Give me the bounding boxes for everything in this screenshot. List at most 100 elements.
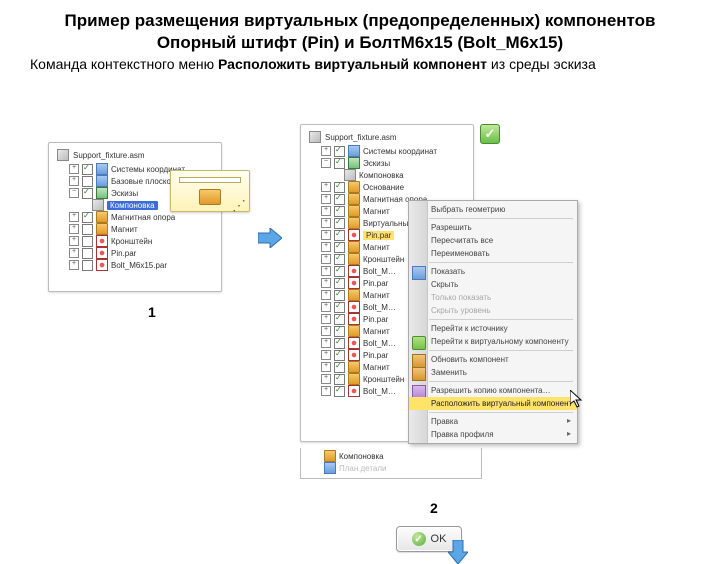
expand-icon[interactable]: + bbox=[69, 248, 79, 258]
tree-row[interactable]: +Кронштейн bbox=[53, 235, 217, 247]
context-menu-item[interactable]: Заменить bbox=[409, 366, 577, 379]
collapse-icon[interactable]: − bbox=[69, 188, 79, 198]
expand-icon[interactable]: + bbox=[321, 362, 331, 372]
context-menu-item-label: Разрешить bbox=[431, 223, 472, 232]
expand-icon[interactable]: + bbox=[321, 326, 331, 336]
tree-row[interactable]: +Основание bbox=[305, 181, 469, 193]
context-menu-item[interactable]: Перейти к источнику bbox=[409, 322, 577, 335]
checkbox[interactable] bbox=[82, 224, 93, 235]
checkbox[interactable] bbox=[82, 164, 93, 175]
checkbox[interactable] bbox=[82, 248, 93, 259]
tree-item-label: Магнит bbox=[363, 243, 390, 252]
expand-icon[interactable]: + bbox=[321, 290, 331, 300]
expand-icon[interactable]: + bbox=[69, 176, 79, 186]
context-menu-item[interactable]: Пересчитать все bbox=[409, 234, 577, 247]
tooltip-header-icon bbox=[179, 177, 241, 183]
tree-row[interactable]: Компоновка bbox=[305, 450, 477, 462]
checkbox[interactable] bbox=[334, 266, 345, 277]
context-menu-item[interactable]: Разрешить bbox=[409, 221, 577, 234]
context-menu-item[interactable]: Правка bbox=[409, 415, 577, 428]
red-icon bbox=[348, 277, 360, 289]
context-menu[interactable]: Выбрать геометрию Разрешить Пересчитать вс… bbox=[408, 200, 578, 444]
checkbox[interactable] bbox=[82, 188, 93, 199]
checkbox[interactable] bbox=[334, 350, 345, 361]
checkbox[interactable] bbox=[334, 146, 345, 157]
checkbox[interactable] bbox=[334, 230, 345, 241]
checkbox[interactable] bbox=[334, 158, 345, 169]
node-icon bbox=[92, 199, 104, 211]
context-menu-item[interactable]: Скрыть bbox=[409, 278, 577, 291]
expand-icon[interactable]: + bbox=[321, 146, 331, 156]
expand-icon[interactable]: + bbox=[69, 164, 79, 174]
expand-icon[interactable]: + bbox=[69, 236, 79, 246]
context-menu-item[interactable]: Перейти к виртуальному компоненту bbox=[409, 335, 577, 348]
expand-icon[interactable]: + bbox=[69, 212, 79, 222]
checkbox[interactable] bbox=[334, 218, 345, 229]
checkbox[interactable] bbox=[82, 260, 93, 271]
context-menu-item[interactable]: Расположить виртуальный компонент bbox=[409, 397, 577, 410]
context-menu-item[interactable]: Переименовать bbox=[409, 247, 577, 260]
tree-item-label: Bolt_M6x15.par bbox=[111, 261, 167, 270]
context-menu-item[interactable]: Обновить компонент bbox=[409, 353, 577, 366]
expand-icon[interactable]: + bbox=[321, 206, 331, 216]
checkbox[interactable] bbox=[334, 242, 345, 253]
expand-icon[interactable]: + bbox=[321, 266, 331, 276]
checkbox[interactable] bbox=[334, 302, 345, 313]
assembly-icon bbox=[309, 131, 321, 143]
checkbox[interactable] bbox=[334, 182, 345, 193]
expand-icon[interactable]: + bbox=[321, 374, 331, 384]
checkbox[interactable] bbox=[334, 290, 345, 301]
tree-row[interactable]: +Системы координат bbox=[305, 145, 469, 157]
cmp-icon bbox=[348, 361, 360, 373]
tree-row[interactable]: +Pin.par bbox=[53, 247, 217, 259]
expand-icon[interactable]: + bbox=[321, 302, 331, 312]
expand-icon[interactable]: + bbox=[321, 242, 331, 252]
tree-item-label: Bolt_M… bbox=[363, 387, 396, 396]
tree-row[interactable]: План детали bbox=[305, 462, 477, 474]
context-menu-item: Скрыть уровень bbox=[409, 304, 577, 317]
tree-row[interactable]: +Магнитная опора bbox=[53, 211, 217, 223]
blue-icon bbox=[96, 163, 108, 175]
context-menu-item[interactable]: Выбрать геометрию bbox=[409, 203, 577, 216]
checkbox[interactable] bbox=[82, 236, 93, 247]
expand-icon[interactable]: + bbox=[69, 224, 79, 234]
tree-row[interactable]: −Эскизы bbox=[305, 157, 469, 169]
checkbox[interactable] bbox=[82, 176, 93, 187]
cmp-icon bbox=[348, 373, 360, 385]
context-menu-separator bbox=[429, 319, 573, 320]
expand-icon[interactable]: + bbox=[321, 230, 331, 240]
checkbox[interactable] bbox=[334, 326, 345, 337]
tree-item-label: Компоновка bbox=[339, 452, 384, 461]
expand-icon[interactable]: + bbox=[321, 218, 331, 228]
context-menu-item[interactable]: Показать bbox=[409, 265, 577, 278]
expand-icon[interactable]: + bbox=[321, 314, 331, 324]
expand-icon[interactable]: + bbox=[321, 278, 331, 288]
checkbox[interactable] bbox=[334, 362, 345, 373]
checkbox[interactable] bbox=[334, 194, 345, 205]
checkbox[interactable] bbox=[334, 206, 345, 217]
context-menu-item[interactable]: Правка профиля bbox=[409, 428, 577, 441]
checkbox[interactable] bbox=[334, 314, 345, 325]
checkbox[interactable] bbox=[334, 386, 345, 397]
expand-icon[interactable]: + bbox=[321, 338, 331, 348]
tree-row[interactable]: +Магнит bbox=[53, 223, 217, 235]
collapse-icon[interactable]: − bbox=[321, 158, 331, 168]
expand-icon[interactable]: + bbox=[321, 194, 331, 204]
checkbox[interactable] bbox=[334, 374, 345, 385]
expand-icon[interactable]: + bbox=[321, 350, 331, 360]
checkbox[interactable] bbox=[334, 338, 345, 349]
context-menu-item[interactable]: Разрешить копию компонента… bbox=[409, 384, 577, 397]
tree-row[interactable]: Компоновка bbox=[305, 169, 469, 181]
expand-icon[interactable]: + bbox=[69, 260, 79, 270]
tree-row[interactable]: + Bolt_M6x15.par bbox=[53, 259, 217, 271]
expand-icon[interactable]: + bbox=[321, 386, 331, 396]
checkbox[interactable] bbox=[334, 254, 345, 265]
checkbox[interactable] bbox=[334, 278, 345, 289]
tree-item-label: Pin.par bbox=[363, 279, 388, 288]
tree-item-label: Компоновка bbox=[107, 201, 158, 210]
expand-icon[interactable]: + bbox=[321, 254, 331, 264]
expand-icon[interactable]: + bbox=[321, 182, 331, 192]
tree-item-label: Магнит bbox=[363, 207, 390, 216]
checkbox[interactable] bbox=[82, 212, 93, 223]
cmp-icon bbox=[348, 181, 360, 193]
